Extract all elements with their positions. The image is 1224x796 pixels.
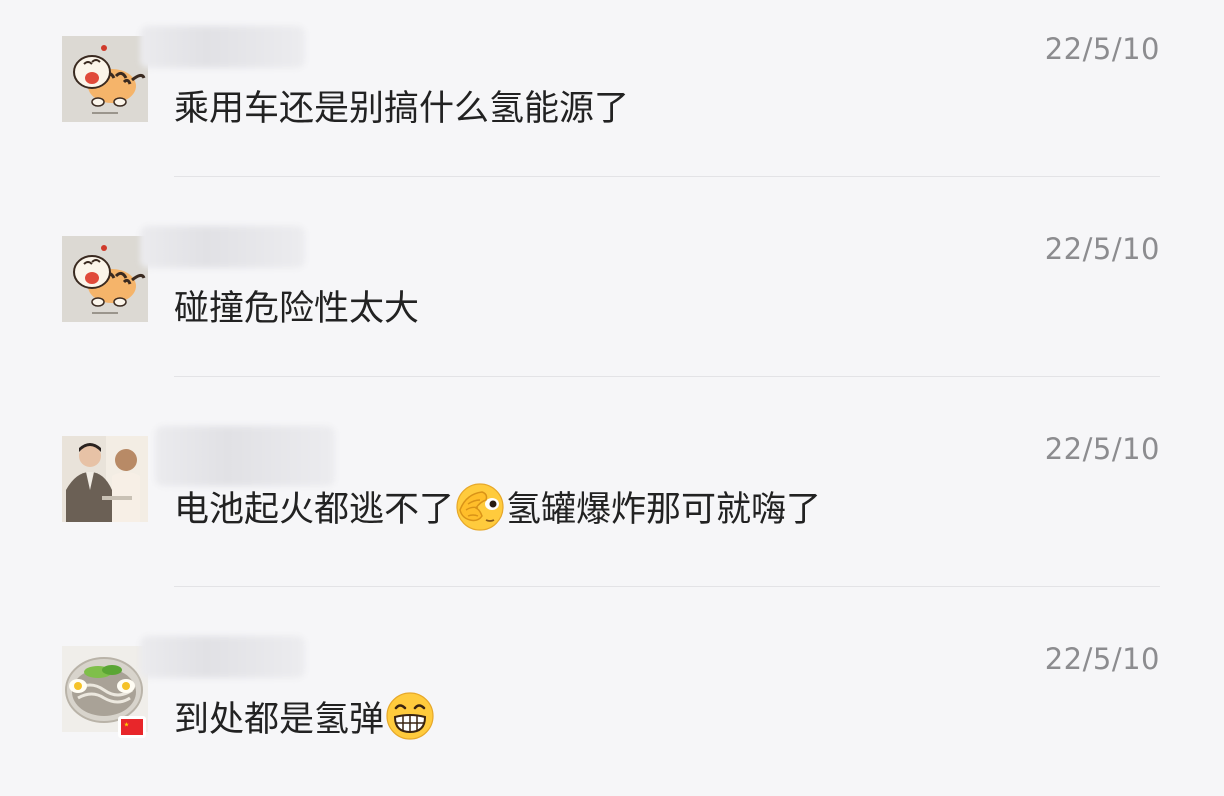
comment-text-body: 碰撞危险性太大 xyxy=(174,289,420,329)
comment-text: 碰撞危险性太大 xyxy=(174,280,419,331)
comment-text-part: 电池起火都逃不了 xyxy=(174,489,455,530)
comment-text-body: 到处都是氢弹 xyxy=(174,699,385,740)
comment-text: 到处都是氢弹 xyxy=(174,690,436,742)
comment-text: 电池起火都逃不了 氢罐爆炸那可就嗨了 xyxy=(174,480,821,532)
comment-text: 乘用车还是别搞什么氢能源了 xyxy=(174,80,629,131)
username-redacted xyxy=(155,426,335,486)
grinning-teeth-emoji-icon xyxy=(384,690,436,742)
couple-photo-avatar-icon xyxy=(62,436,148,522)
user-avatar[interactable] xyxy=(62,36,148,122)
comment-text-part: 氢罐爆炸那可就嗨了 xyxy=(506,489,822,530)
divider xyxy=(174,376,1160,377)
divider xyxy=(174,176,1160,177)
comment-list: 22/5/10 乘用车还是别搞什么氢能源了 22/5/10 碰撞危险性太大 22… xyxy=(0,0,1224,796)
username-redacted xyxy=(140,226,305,268)
user-avatar[interactable] xyxy=(62,436,148,522)
username-redacted xyxy=(140,636,305,678)
comment-text-body: 乘用车还是别搞什么氢能源了 xyxy=(174,89,630,129)
comment-timestamp: 22/5/10 xyxy=(1044,432,1160,466)
username-redacted xyxy=(140,26,305,68)
comment-timestamp: 22/5/10 xyxy=(1044,642,1160,676)
face-palm-peek-emoji-icon xyxy=(454,480,506,532)
divider xyxy=(174,586,1160,587)
comment-timestamp: 22/5/10 xyxy=(1044,32,1160,66)
user-avatar[interactable] xyxy=(62,236,148,322)
comment-timestamp: 22/5/10 xyxy=(1044,232,1160,266)
china-flag-icon xyxy=(118,716,146,738)
tiger-avatar-icon xyxy=(62,36,148,122)
tiger-avatar-icon xyxy=(62,236,148,322)
